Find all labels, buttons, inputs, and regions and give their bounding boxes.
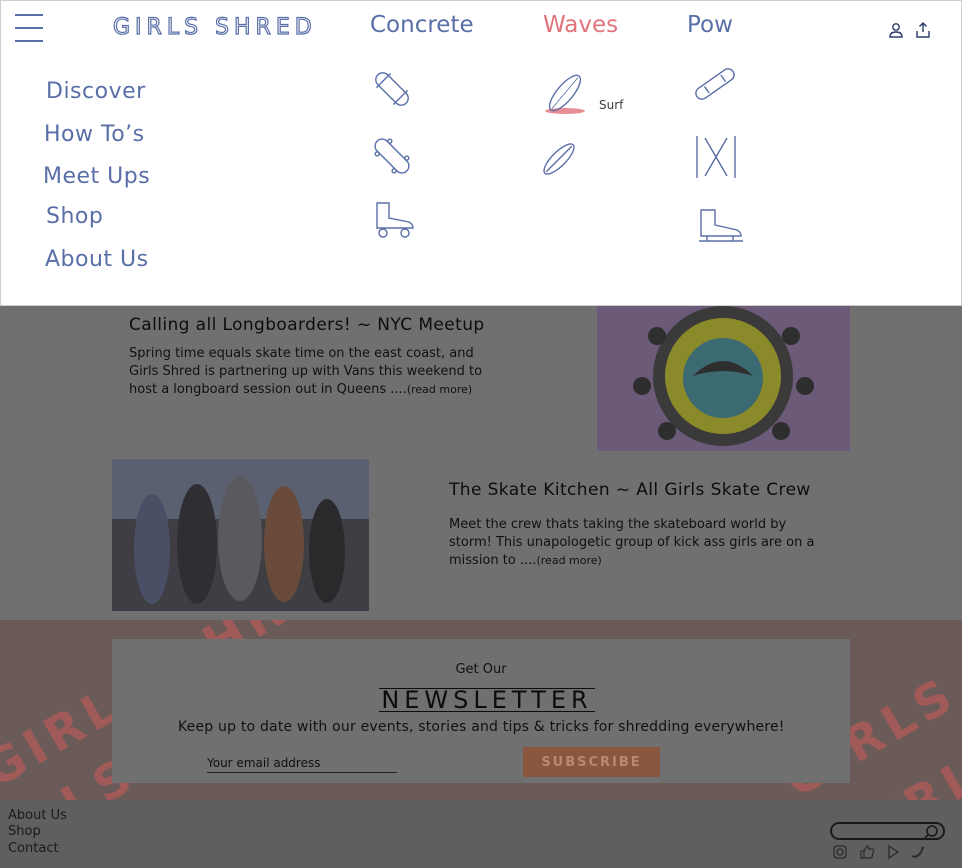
read-more-link[interactable]: (read more) bbox=[536, 554, 601, 567]
like-icon[interactable] bbox=[859, 844, 875, 860]
footer: About Us Shop Contact bbox=[0, 800, 962, 868]
footer-link-contact[interactable]: Contact bbox=[8, 841, 59, 856]
newsletter-title: NEWSLETTER bbox=[112, 686, 862, 714]
menu-link-how-tos[interactable]: How To’s bbox=[44, 122, 145, 147]
footer-link-about[interactable]: About Us bbox=[8, 808, 67, 823]
share-icon[interactable] bbox=[915, 22, 931, 38]
newsletter-box: Get Our NEWSLETTER Keep up to date with … bbox=[112, 639, 850, 783]
surf-label[interactable]: Surf bbox=[599, 98, 623, 112]
bodyboard-icon[interactable] bbox=[537, 137, 581, 181]
newsletter-title-text: NEWSLETTER bbox=[379, 686, 595, 714]
longboard-icon[interactable] bbox=[370, 134, 414, 178]
hamburger-icon[interactable] bbox=[15, 14, 45, 44]
article-excerpt-skate-kitchen: Meet the crew thats taking the skateboar… bbox=[449, 516, 819, 570]
menu-link-discover[interactable]: Discover bbox=[46, 79, 146, 104]
category-concrete[interactable]: Concrete bbox=[370, 12, 474, 38]
ice-skate-icon[interactable] bbox=[697, 207, 745, 247]
newsletter-subtitle: Keep up to date with our events, stories… bbox=[178, 719, 785, 735]
skate-crew-photo[interactable] bbox=[112, 459, 369, 611]
menu-link-shop[interactable]: Shop bbox=[46, 204, 103, 229]
newsletter-get-our: Get Our bbox=[455, 662, 507, 677]
snowboard-icon[interactable] bbox=[691, 63, 739, 105]
menu-link-about-us[interactable]: About Us bbox=[45, 247, 149, 272]
menu-link-meet-ups[interactable]: Meet Ups bbox=[43, 164, 150, 189]
article-title-longboard[interactable]: Calling all Longboarders! ~ NYC Meetup bbox=[129, 315, 485, 335]
category-pow[interactable]: Pow bbox=[687, 12, 733, 38]
skateboard-icon[interactable] bbox=[370, 67, 414, 111]
twitter-icon[interactable] bbox=[910, 844, 926, 860]
email-field[interactable] bbox=[207, 753, 397, 773]
instagram-icon[interactable] bbox=[832, 844, 848, 860]
site-logo[interactable]: GIRLS SHRED bbox=[112, 14, 317, 40]
article-excerpt-text: Meet the crew thats taking the skateboar… bbox=[449, 517, 815, 568]
article-title-skate-kitchen[interactable]: The Skate Kitchen ~ All Girls Skate Crew bbox=[449, 480, 811, 500]
footer-link-shop[interactable]: Shop bbox=[8, 824, 41, 839]
roller-skate-icon[interactable] bbox=[373, 200, 417, 240]
play-icon[interactable] bbox=[885, 844, 901, 860]
user-icon[interactable] bbox=[888, 22, 904, 38]
newsletter-section: GIRLS SHRED GIRLS SHRED GIRLS SHRED GIRL… bbox=[0, 620, 962, 800]
subscribe-button[interactable]: SUBSCRIBE bbox=[523, 747, 660, 777]
article-excerpt-longboard: Spring time equals skate time on the eas… bbox=[129, 345, 499, 399]
meetup-logo-image[interactable] bbox=[597, 306, 850, 451]
category-waves[interactable]: Waves bbox=[543, 12, 618, 38]
skis-icon[interactable] bbox=[693, 134, 739, 180]
nav-menu-overlay: GIRLS SHRED Discover How To’s Meet Ups S… bbox=[0, 0, 962, 306]
surfboard-icon[interactable] bbox=[541, 71, 591, 117]
read-more-link[interactable]: (read more) bbox=[407, 383, 472, 396]
search-icon[interactable] bbox=[922, 824, 940, 840]
